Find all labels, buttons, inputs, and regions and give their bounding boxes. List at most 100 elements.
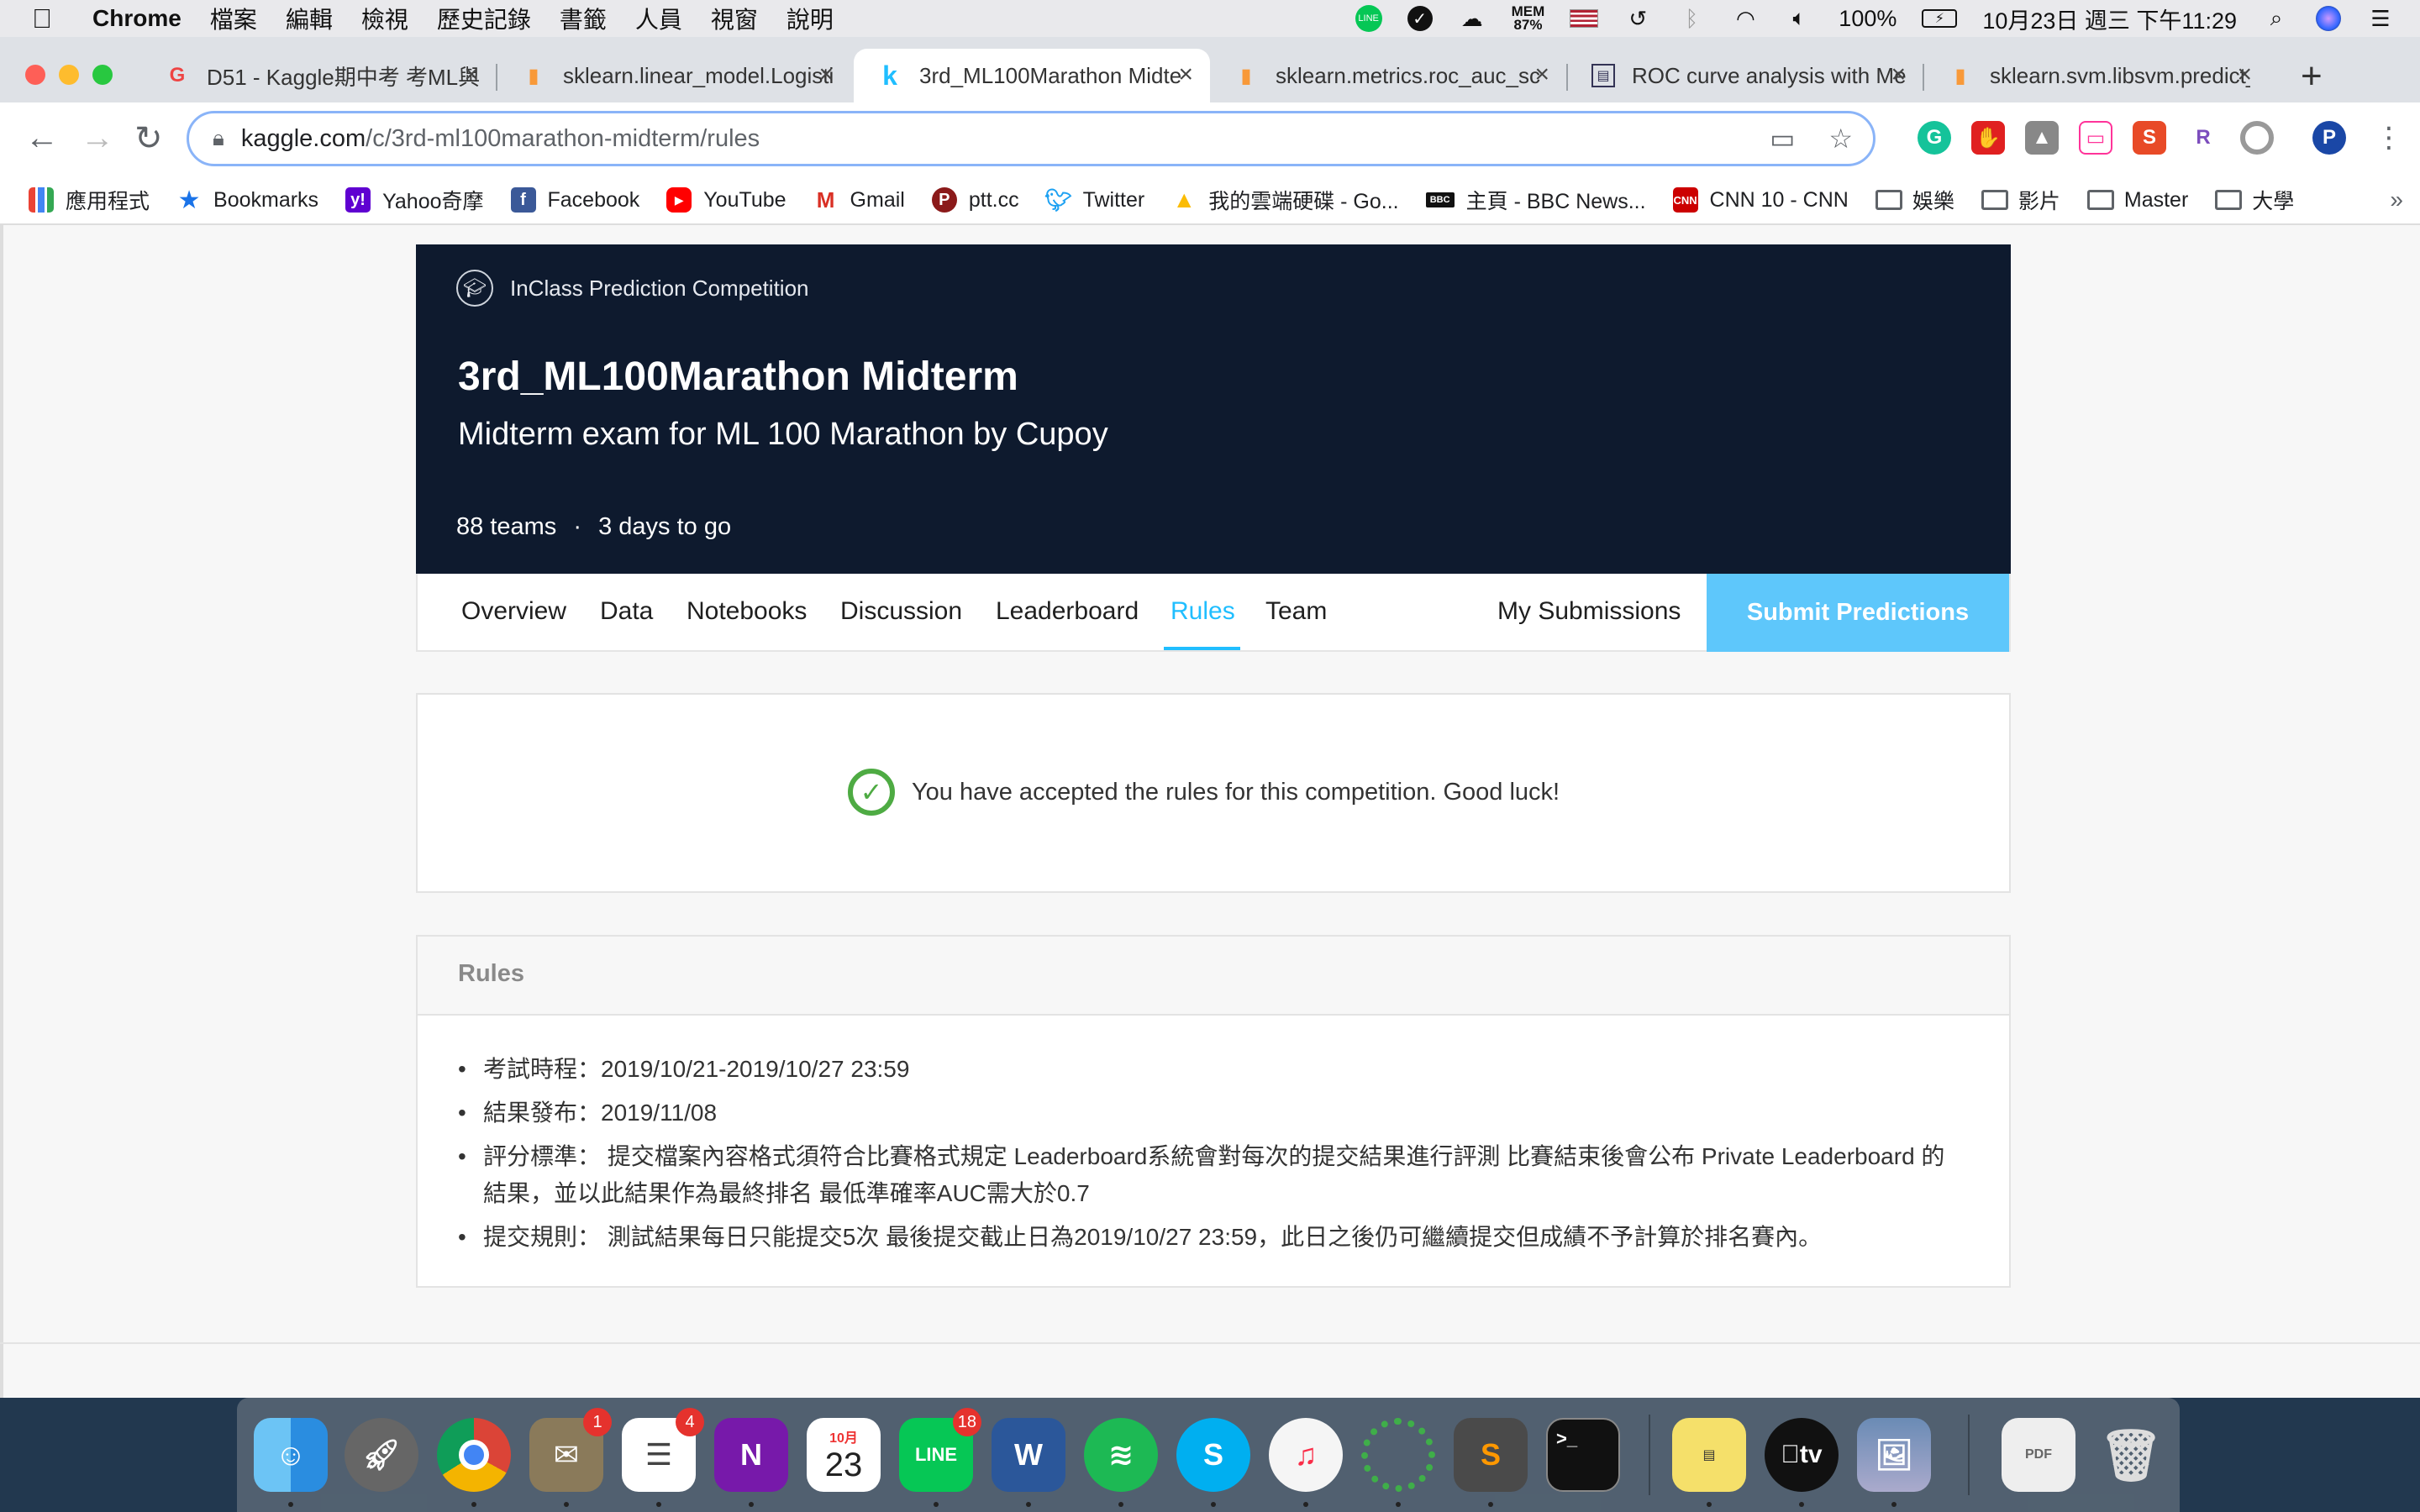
- back-arrow-icon[interactable]: ←: [25, 119, 59, 157]
- bookmarks-overflow-icon[interactable]: »: [2390, 186, 2403, 213]
- address-bar[interactable]: 🔒︎ kaggle.com/c/3rd-ml100marathon-midter…: [187, 111, 1876, 166]
- drive-extension-icon[interactable]: ▲: [2025, 121, 2059, 155]
- bookmark-facebook[interactable]: f Facebook: [510, 187, 639, 213]
- bookmark-gmail[interactable]: M Gmail: [813, 187, 905, 213]
- bookmark-folder-video[interactable]: 影片: [1981, 185, 2060, 215]
- close-window-button[interactable]: [25, 65, 45, 85]
- bookmark-folder-entertainment[interactable]: 娛樂: [1875, 185, 1954, 215]
- pdf-document-icon[interactable]: PDF: [2002, 1418, 2075, 1492]
- menu-window[interactable]: 視窗: [711, 2, 758, 35]
- teams-count[interactable]: 88 teams: [456, 513, 556, 540]
- chrome-icon[interactable]: [437, 1418, 511, 1492]
- menu-people[interactable]: 人員: [635, 2, 682, 35]
- browser-tab[interactable]: ▮ sklearn.svm.libsvm.predict_ ×: [1924, 49, 2269, 102]
- spotify-icon[interactable]: ≋: [1084, 1418, 1158, 1492]
- terminal-icon[interactable]: >_: [1546, 1418, 1620, 1492]
- s-extension-icon[interactable]: S: [2133, 121, 2166, 155]
- apple-tv-icon[interactable]: tv: [1765, 1418, 1839, 1492]
- bluetooth-icon[interactable]: ᛒ: [1677, 6, 1706, 31]
- adblock-icon[interactable]: ✋: [1971, 121, 2005, 155]
- close-tab-icon[interactable]: ×: [2237, 60, 2252, 89]
- us-flag-icon[interactable]: [1570, 9, 1599, 28]
- launchpad-icon[interactable]: 🚀︎: [345, 1418, 418, 1492]
- close-tab-icon[interactable]: ×: [1534, 60, 1549, 89]
- reminders-icon[interactable]: ☰ 4: [622, 1408, 704, 1492]
- finder-icon[interactable]: ☺: [254, 1418, 328, 1492]
- bookmark-youtube[interactable]: ▶ YouTube: [666, 187, 786, 213]
- notification-center-icon[interactable]: ☰: [2366, 6, 2395, 31]
- bookmark-star-icon[interactable]: ☆: [1828, 123, 1853, 155]
- menu-help[interactable]: 說明: [786, 2, 834, 35]
- tab-data[interactable]: Data: [600, 597, 653, 626]
- lock-icon[interactable]: 🔒︎: [213, 125, 224, 152]
- browser-tab[interactable]: ▤ ROC curve analysis with Me ×: [1568, 49, 1923, 102]
- siri-icon[interactable]: [2316, 6, 2341, 31]
- browser-tab[interactable]: ▮ sklearn.linear_model.Logisti ×: [497, 49, 850, 102]
- tab-overview[interactable]: Overview: [461, 597, 566, 626]
- tab-discussion[interactable]: Discussion: [840, 597, 962, 626]
- forward-arrow-icon[interactable]: →: [81, 119, 114, 157]
- skype-icon[interactable]: S: [1176, 1418, 1250, 1492]
- bookmark-ptt[interactable]: P ptt.cc: [931, 187, 1019, 213]
- bookmark-bookmarks[interactable]: ★ Bookmarks: [176, 186, 319, 214]
- browser-tab-active[interactable]: k 3rd_ML100Marathon Midte ×: [854, 49, 1210, 102]
- close-tab-icon[interactable]: ×: [464, 60, 479, 89]
- bookmark-twitter[interactable]: 🐦︎ Twitter: [1044, 187, 1144, 213]
- wifi-icon[interactable]: ◠: [1731, 6, 1760, 31]
- submit-predictions-button[interactable]: Submit Predictions: [1707, 574, 2009, 652]
- task-check-icon[interactable]: ✓: [1407, 6, 1433, 31]
- bookmark-google-drive[interactable]: ▲ 我的雲端硬碟 - Go...: [1171, 185, 1398, 215]
- minimize-window-button[interactable]: [59, 65, 79, 85]
- grammarly-icon[interactable]: G: [1918, 121, 1951, 155]
- close-tab-icon[interactable]: ×: [1891, 60, 1906, 89]
- tab-notebooks[interactable]: Notebooks: [687, 597, 807, 626]
- chrome-menu-icon[interactable]: ⋮: [2375, 121, 2403, 155]
- line-status-icon[interactable]: LINE: [1355, 5, 1382, 32]
- preview-icon[interactable]: 🖼︎: [1857, 1418, 1931, 1492]
- itunes-icon[interactable]: ♫: [1269, 1418, 1343, 1492]
- bookmark-folder-university[interactable]: 大學: [2215, 185, 2294, 215]
- menubar-clock[interactable]: 10月23日 週三 下午11:29: [1982, 3, 2237, 35]
- new-tab-icon[interactable]: +: [2301, 55, 2323, 97]
- reload-icon[interactable]: ↻: [134, 119, 163, 158]
- tab-leaderboard[interactable]: Leaderboard: [996, 597, 1139, 626]
- circle-extension-icon[interactable]: [2240, 121, 2274, 155]
- bookmark-apps[interactable]: 應用程式: [29, 185, 150, 215]
- trash-icon[interactable]: 🗑︎: [2094, 1418, 2168, 1492]
- cloud-icon[interactable]: ☁: [1458, 6, 1486, 31]
- profile-avatar[interactable]: P: [2312, 121, 2346, 155]
- sublime-text-icon[interactable]: S: [1454, 1418, 1528, 1492]
- cast-icon[interactable]: ▭: [1770, 123, 1795, 155]
- onenote-icon[interactable]: N: [714, 1418, 788, 1492]
- spotlight-search-icon[interactable]: ⌕: [2262, 5, 2291, 31]
- tab-rules[interactable]: Rules: [1171, 597, 1235, 626]
- bookmark-yahoo[interactable]: y! Yahoo奇摩: [345, 185, 484, 215]
- mail-icon[interactable]: ✉ 1: [529, 1408, 612, 1492]
- spinner-app-icon[interactable]: [1361, 1418, 1435, 1492]
- close-tab-icon[interactable]: ×: [818, 60, 834, 89]
- tab-team[interactable]: Team: [1265, 597, 1327, 626]
- menu-bookmarks[interactable]: 書籤: [560, 2, 607, 35]
- battery-percent[interactable]: 100%: [1839, 6, 1897, 32]
- bookmark-cnn[interactable]: CNN CNN 10 - CNN: [1672, 187, 1849, 213]
- line-app-icon[interactable]: LINE 18: [899, 1408, 981, 1492]
- menu-view[interactable]: 檢視: [361, 2, 408, 35]
- volume-icon[interactable]: 🔈︎: [1785, 5, 1813, 31]
- bookmark-bbc[interactable]: BBC 主頁 - BBC News...: [1425, 185, 1646, 215]
- r-extension-icon[interactable]: R: [2186, 121, 2220, 155]
- menu-edit[interactable]: 編輯: [286, 2, 333, 35]
- my-submissions-link[interactable]: My Submissions: [1497, 597, 1681, 626]
- address-url[interactable]: kaggle.com/c/3rd-ml100marathon-midterm/r…: [241, 125, 760, 153]
- time-machine-icon[interactable]: ↺: [1623, 6, 1652, 31]
- stickies-icon[interactable]: ▤: [1672, 1418, 1746, 1492]
- media-extension-icon[interactable]: ▭: [2079, 121, 2112, 155]
- calendar-icon[interactable]: 10月 23: [807, 1418, 881, 1492]
- browser-tab[interactable]: G D51 - Kaggle期中考 考ML與 ×: [141, 49, 496, 102]
- word-icon[interactable]: W: [992, 1418, 1065, 1492]
- apple-menu-icon[interactable]: : [32, 3, 66, 34]
- battery-icon[interactable]: ⚡: [1922, 9, 1958, 28]
- menu-file[interactable]: 檔案: [210, 2, 257, 35]
- menu-history[interactable]: 歷史記錄: [437, 2, 531, 35]
- menu-app-name[interactable]: Chrome: [92, 5, 182, 32]
- close-tab-icon[interactable]: ×: [1178, 60, 1193, 89]
